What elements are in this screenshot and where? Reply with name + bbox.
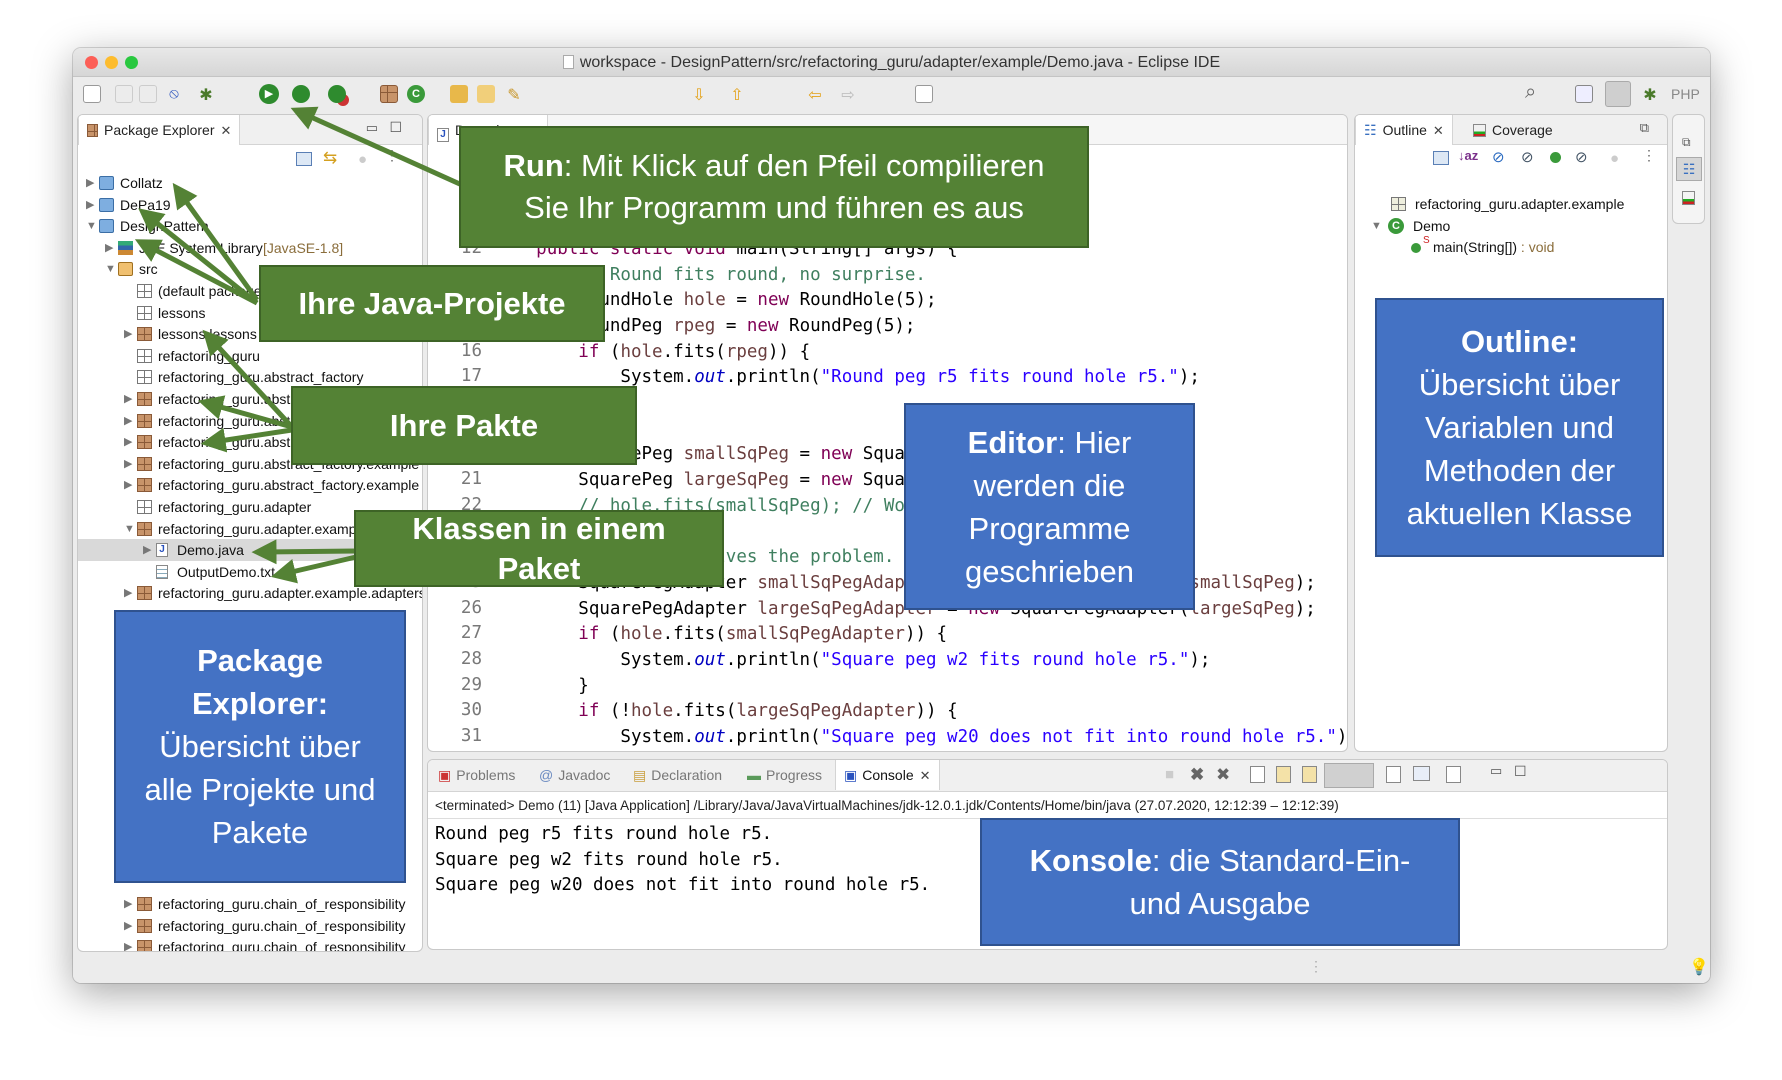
callout-console-bold: Konsole: [1029, 843, 1152, 878]
callout-pe-line1: Package: [197, 643, 323, 678]
callout-console-line1: : die Standard-Ein-: [1151, 843, 1411, 878]
callout-classes: Klassen in einem Paket: [354, 510, 724, 587]
callout-console-line2: und Ausgabe: [1129, 886, 1311, 921]
callout-packages-text: Ihre Pakte: [389, 407, 539, 443]
arrow-class-output: [270, 554, 357, 584]
arrow-run: [290, 106, 464, 188]
callout-outline-line4: Methoden der: [1423, 453, 1616, 488]
callout-run-line1: : Mit Klick auf den Pfeil compilieren: [563, 148, 1045, 183]
callout-outline-line5: aktuellen Klasse: [1406, 496, 1633, 531]
callout-classes-line2: Paket: [497, 550, 581, 586]
callout-editor-line2: werden die: [973, 467, 1126, 503]
callout-pe-line3: Übersicht über: [159, 729, 361, 764]
callout-run-bold: Run: [503, 148, 564, 183]
callout-pe-line4: alle Projekte und: [144, 772, 376, 807]
callout-package-explorer: Package Explorer: Übersicht über alle Pr…: [114, 610, 406, 883]
callout-run-line2: Sie Ihr Programm und führen es aus: [524, 190, 1024, 225]
callout-pe-line2: Explorer:: [191, 686, 329, 721]
callout-editor-line1: : Hier: [1057, 424, 1132, 460]
callout-console: Konsole: die Standard-Ein- und Ausgabe: [980, 818, 1460, 946]
callout-outline-bold: Outline:: [1460, 324, 1579, 359]
callout-packages: Ihre Pakte: [291, 386, 637, 465]
callout-projects-text: Ihre Java-Projekte: [298, 285, 566, 321]
callout-java-projects: Ihre Java-Projekte: [259, 265, 605, 342]
callout-editor-line4: geschrieben: [965, 553, 1134, 589]
callout-editor-bold: Editor: [967, 424, 1058, 460]
arrow-project-depa19: [138, 208, 259, 305]
callout-pe-line5: Pakete: [211, 815, 309, 850]
callout-classes-line1: Klassen in einem: [412, 510, 666, 546]
callout-editor-line3: Programme: [968, 510, 1131, 546]
callout-outline-line2: Übersicht über: [1418, 367, 1621, 402]
callout-outline-line3: Variablen und: [1424, 410, 1614, 445]
arrow-package-3: [200, 427, 293, 453]
arrow-class-demo: [251, 539, 357, 565]
callout-outline: Outline: Übersicht über Variablen und Me…: [1375, 298, 1664, 557]
callout-run: Run: Mit Klick auf den Pfeil compilieren…: [459, 126, 1089, 248]
callout-editor: Editor: Hier werden die Programme geschr…: [904, 403, 1195, 610]
